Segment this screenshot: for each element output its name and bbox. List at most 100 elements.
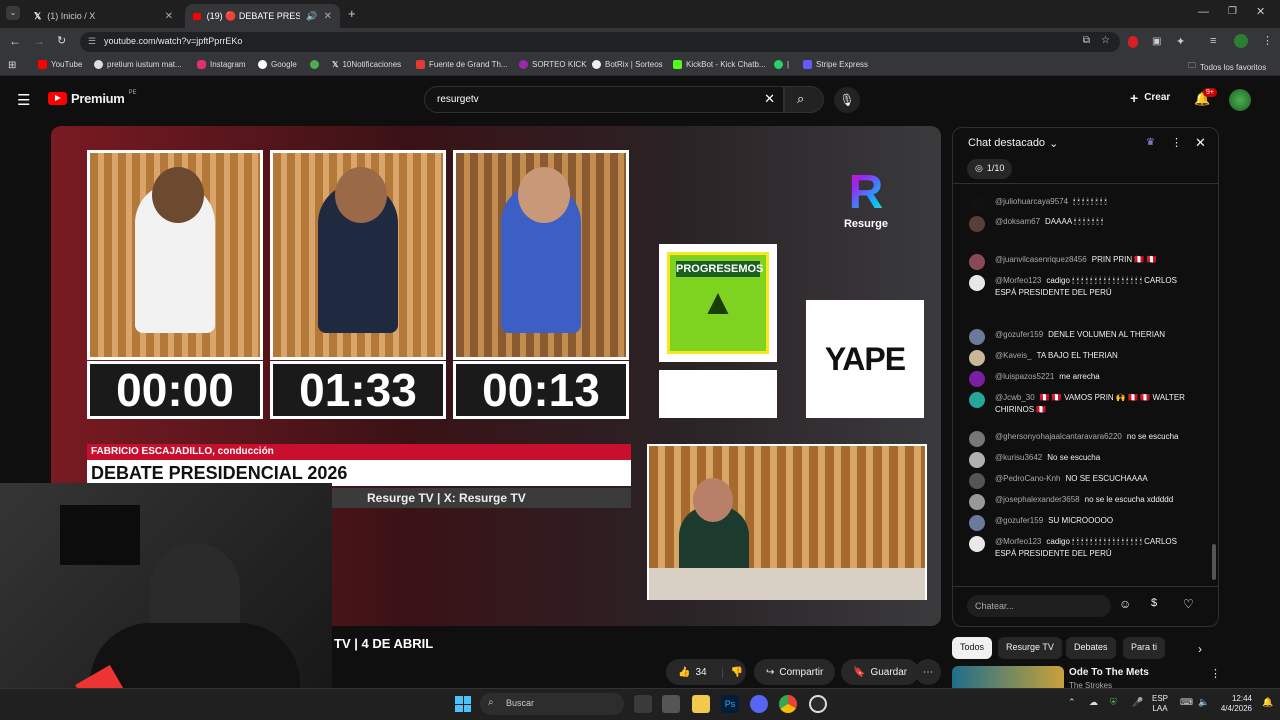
bookmark-kickbot[interactable]: KickBot - Kick Chatb... [673,60,766,69]
taskbar-search[interactable]: ⌕ Buscar [480,693,624,715]
chat-avatar[interactable] [969,216,985,232]
install-icon[interactable]: ⧉ [1083,35,1090,46]
chrome-menu-icon[interactable]: ⋮ [1262,34,1273,47]
search-input[interactable]: resurgetv ✕ [424,86,784,113]
extension-icon[interactable]: ▣ [1152,36,1161,47]
media-icon[interactable]: ≡ [1210,35,1216,47]
create-button[interactable]: + Crear [1130,91,1170,105]
tray-shield-icon[interactable]: ⛨ [1110,697,1117,708]
tab-close-icon[interactable]: ✕ [324,11,332,22]
save-button[interactable]: 🔖 Guardar [841,659,920,685]
tray-app-icon[interactable]: ☁ [1089,697,1098,708]
recommended-thumbnail[interactable] [952,666,1064,688]
dislike-icon[interactable]: 👎 [721,666,743,678]
chat-author[interactable]: @Kaveis_ [995,351,1032,360]
bookmark-sparkle[interactable] [310,60,319,69]
bookmark-instagram[interactable]: Instagram [197,60,246,69]
chat-author[interactable]: @PedroCano-Knh [995,474,1061,483]
chat-input[interactable]: Chatear... [967,595,1111,617]
tray-mic-icon[interactable]: 🎤 [1132,697,1143,708]
tray-chevron-icon[interactable]: ⌃ [1068,697,1076,708]
bookmark-youtube[interactable]: YouTube [38,60,82,69]
chip-for-you[interactable]: Para ti [1123,637,1166,659]
reload-icon[interactable]: ↻ [57,34,66,47]
chat-author[interactable]: @kurisu3642 [995,453,1042,462]
bookmark-10notificaciones[interactable]: 𝕏 10Notificaciones [332,60,401,69]
chat-avatar[interactable] [969,275,985,291]
url-bar[interactable]: ☰ youtube.com/watch?v=jpftPprrEKo ⧉ ☆ [80,32,1120,52]
recommended-channel[interactable]: The Strokes [1069,681,1112,688]
profile-avatar[interactable] [1234,34,1248,48]
chat-scrollbar[interactable] [1212,188,1216,582]
file-explorer-icon[interactable] [692,695,710,713]
back-icon[interactable]: ← [9,34,21,48]
puzzle-icon[interactable]: ✦ [1176,35,1185,48]
crown-icon[interactable]: ♛ [1146,137,1155,148]
like-icon[interactable]: 👍 [678,667,690,678]
chip-resurge-tv[interactable]: Resurge TV [998,637,1062,659]
goal-counter[interactable]: ◎ 1/10 [967,159,1013,179]
volume-icon[interactable]: 🔈 [1198,697,1209,708]
notification-center-icon[interactable]: 🔔 [1262,697,1273,708]
discord-icon[interactable] [750,695,768,713]
bookmark-pretium[interactable]: pretium iustum mat... [94,60,182,69]
recommended-title[interactable]: Ode To The Mets [1069,667,1149,678]
clear-search-icon[interactable]: ✕ [764,91,775,107]
window-close-icon[interactable]: ✕ [1256,5,1265,18]
super-chat-icon[interactable]: $ [1151,597,1157,609]
chat-avatar[interactable] [969,536,985,552]
speaker-icon[interactable]: 🔊 [306,11,317,22]
chat-author[interactable]: @Jcwb_30 [995,393,1035,402]
chat-avatar[interactable] [969,494,985,510]
tab-search-button[interactable]: ⌄ [6,6,20,20]
extension-red-icon[interactable] [1128,36,1138,48]
chat-author[interactable]: @Morfeo123 [995,537,1041,546]
chat-scroll-thumb[interactable] [1212,544,1216,580]
hamburger-menu-icon[interactable]: ☰ [17,91,30,109]
network-icon[interactable]: ⌨ [1180,697,1193,708]
chrome-icon[interactable] [779,695,797,713]
chat-author[interactable]: @Morfeo123 [995,276,1041,285]
chat-avatar[interactable] [969,350,985,366]
tab-x-home[interactable]: 𝕏 (1) Inicio / X ✕ [26,4,181,28]
chat-author[interactable]: @gozufer159 [995,330,1043,339]
chat-author[interactable]: @doksam67 [995,217,1040,226]
chat-avatar[interactable] [969,371,985,387]
chat-author[interactable]: @juanvilcasenriquez8456 [995,255,1087,264]
bookmark-stripe[interactable]: Stripe Express [803,60,868,69]
chat-author[interactable]: @josephalexander3658 [995,495,1080,504]
chat-avatar[interactable] [969,392,985,408]
recommended-more-icon[interactable]: ⋮ [1210,667,1221,680]
chat-author[interactable]: @juliohuarcaya9574 [995,197,1068,206]
chat-author[interactable]: @ghersonyohajaalcantaravara6220 [995,432,1122,441]
tab-close-icon[interactable]: ✕ [165,11,173,22]
share-button[interactable]: ↪ Compartir [754,659,836,685]
chat-avatar[interactable] [969,329,985,345]
search-button[interactable]: ⌕ [784,86,824,113]
chip-debates[interactable]: Debates [1066,637,1116,659]
heart-icon[interactable]: ♡ [1183,597,1194,611]
microphone-icon[interactable]: 🎙 [834,87,860,113]
chat-avatar[interactable] [969,452,985,468]
chat-close-icon[interactable]: ✕ [1195,135,1206,151]
forward-icon[interactable]: → [33,34,45,48]
tab-youtube-debate[interactable]: (19) 🔴 DEBATE PRESIDENC 🔊 ✕ [185,4,340,28]
account-avatar[interactable] [1229,89,1251,111]
chat-avatar[interactable] [969,515,985,531]
chat-avatar[interactable] [969,431,985,447]
chat-author[interactable]: @luispazos5221 [995,372,1054,381]
restore-icon[interactable]: ❐ [1228,6,1237,17]
app-icon[interactable] [662,695,680,713]
chips-next-chevron-icon[interactable]: › [1198,642,1202,656]
clock[interactable]: 12:44 4/4/2026 [1218,694,1252,714]
more-actions-button[interactable]: ⋯ [915,659,941,685]
chip-all[interactable]: Todos [952,637,993,659]
task-view-icon[interactable] [634,695,652,713]
bookmark-botrix[interactable]: BotRix | Sorteos [592,60,663,69]
site-info-icon[interactable]: ☰ [88,36,96,47]
bookmark-fuente-gta[interactable]: Fuente de Grand Th... [416,60,508,69]
all-favorites[interactable]: 🗀 Todos los favoritos [1188,60,1266,74]
youtube-logo[interactable]: Premium PE [48,90,137,106]
chat-avatar[interactable] [969,196,985,212]
bookmark-star-icon[interactable]: ☆ [1101,35,1110,46]
